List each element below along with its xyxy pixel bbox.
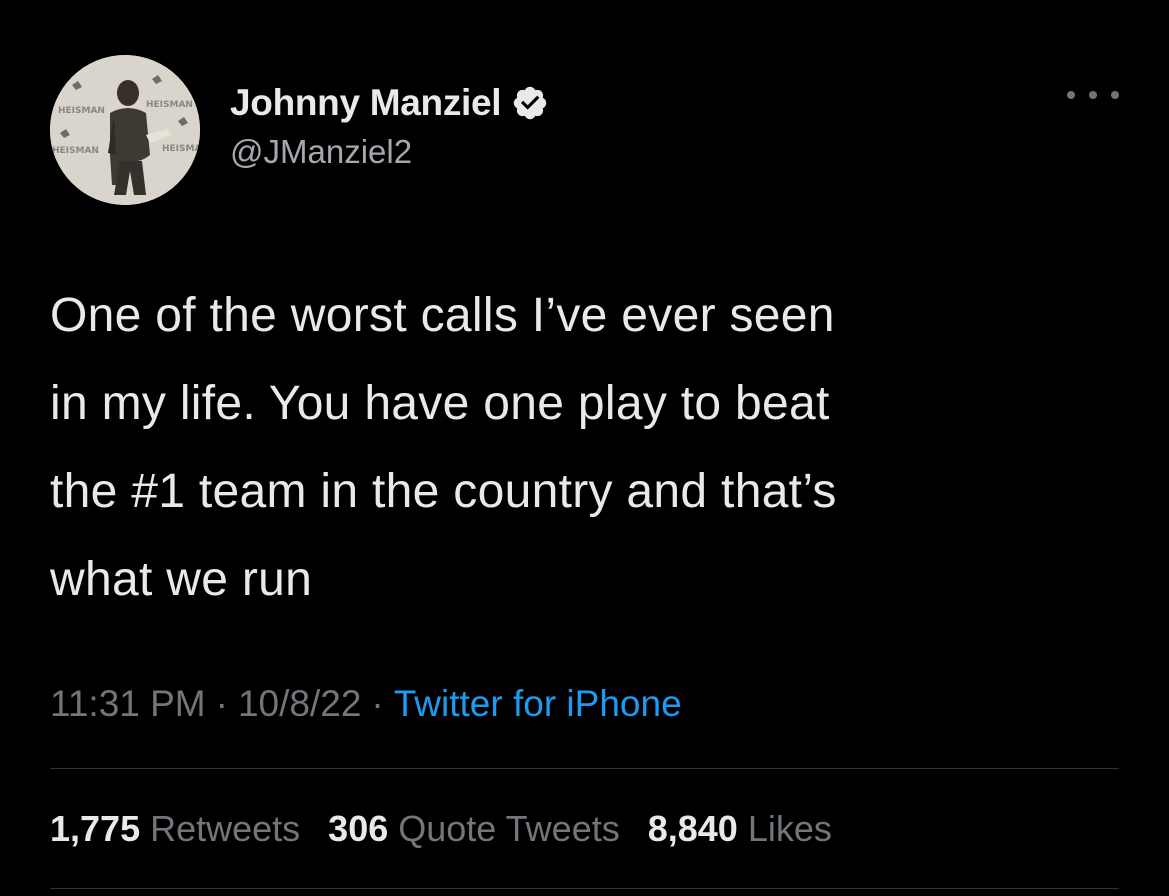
more-dot xyxy=(1067,91,1075,99)
retweets-stat[interactable]: 1,775 Retweets xyxy=(50,808,300,850)
tweet-time[interactable]: 11:31 PM xyxy=(50,683,206,725)
display-name[interactable]: Johnny Manziel xyxy=(230,82,502,124)
tweet-meta: 11:31 PM · 10/8/22 · Twitter for iPhone xyxy=(50,683,682,725)
retweets-count: 1,775 xyxy=(50,808,141,849)
likes-count: 8,840 xyxy=(647,808,738,849)
tweet-source-link[interactable]: Twitter for iPhone xyxy=(394,683,682,725)
display-name-row: Johnny Manziel xyxy=(230,81,549,125)
likes-stat[interactable]: 8,840 Likes xyxy=(648,808,832,850)
user-handle[interactable]: @JManziel2 xyxy=(230,133,549,171)
more-dot xyxy=(1089,91,1097,99)
avatar-backdrop-text: HEISMAN xyxy=(162,144,200,154)
more-options-icon[interactable] xyxy=(1067,85,1119,105)
quotes-label: Quote Tweets xyxy=(398,808,620,849)
meta-separator: · xyxy=(371,683,384,724)
more-dot xyxy=(1111,91,1119,99)
quote-tweets-stat[interactable]: 306 Quote Tweets xyxy=(328,808,620,850)
tweet-date[interactable]: 10/8/22 xyxy=(238,683,361,725)
divider xyxy=(50,768,1119,769)
tweet-card: HEISMAN HEISMAN HEISMAN HEISMAN xyxy=(0,0,1169,896)
tweet-header: HEISMAN HEISMAN HEISMAN HEISMAN xyxy=(50,55,1119,205)
meta-separator: · xyxy=(215,683,228,724)
verified-badge-icon xyxy=(511,84,549,122)
avatar-backdrop-text: HEISMAN xyxy=(58,106,105,116)
tweet-stats: 1,775 Retweets 306 Quote Tweets 8,840 Li… xyxy=(50,808,860,850)
avatar-backdrop-text: HEISMAN xyxy=(52,146,99,156)
avatar[interactable]: HEISMAN HEISMAN HEISMAN HEISMAN xyxy=(50,55,200,205)
quotes-count: 306 xyxy=(328,808,389,849)
avatar-backdrop-text: HEISMAN xyxy=(146,100,193,110)
retweets-label: Retweets xyxy=(150,808,301,849)
tweet-text: One of the worst calls I’ve ever seen in… xyxy=(50,289,837,606)
user-names: Johnny Manziel @JManziel2 xyxy=(230,81,549,171)
divider xyxy=(50,888,1119,889)
likes-label: Likes xyxy=(747,808,832,849)
